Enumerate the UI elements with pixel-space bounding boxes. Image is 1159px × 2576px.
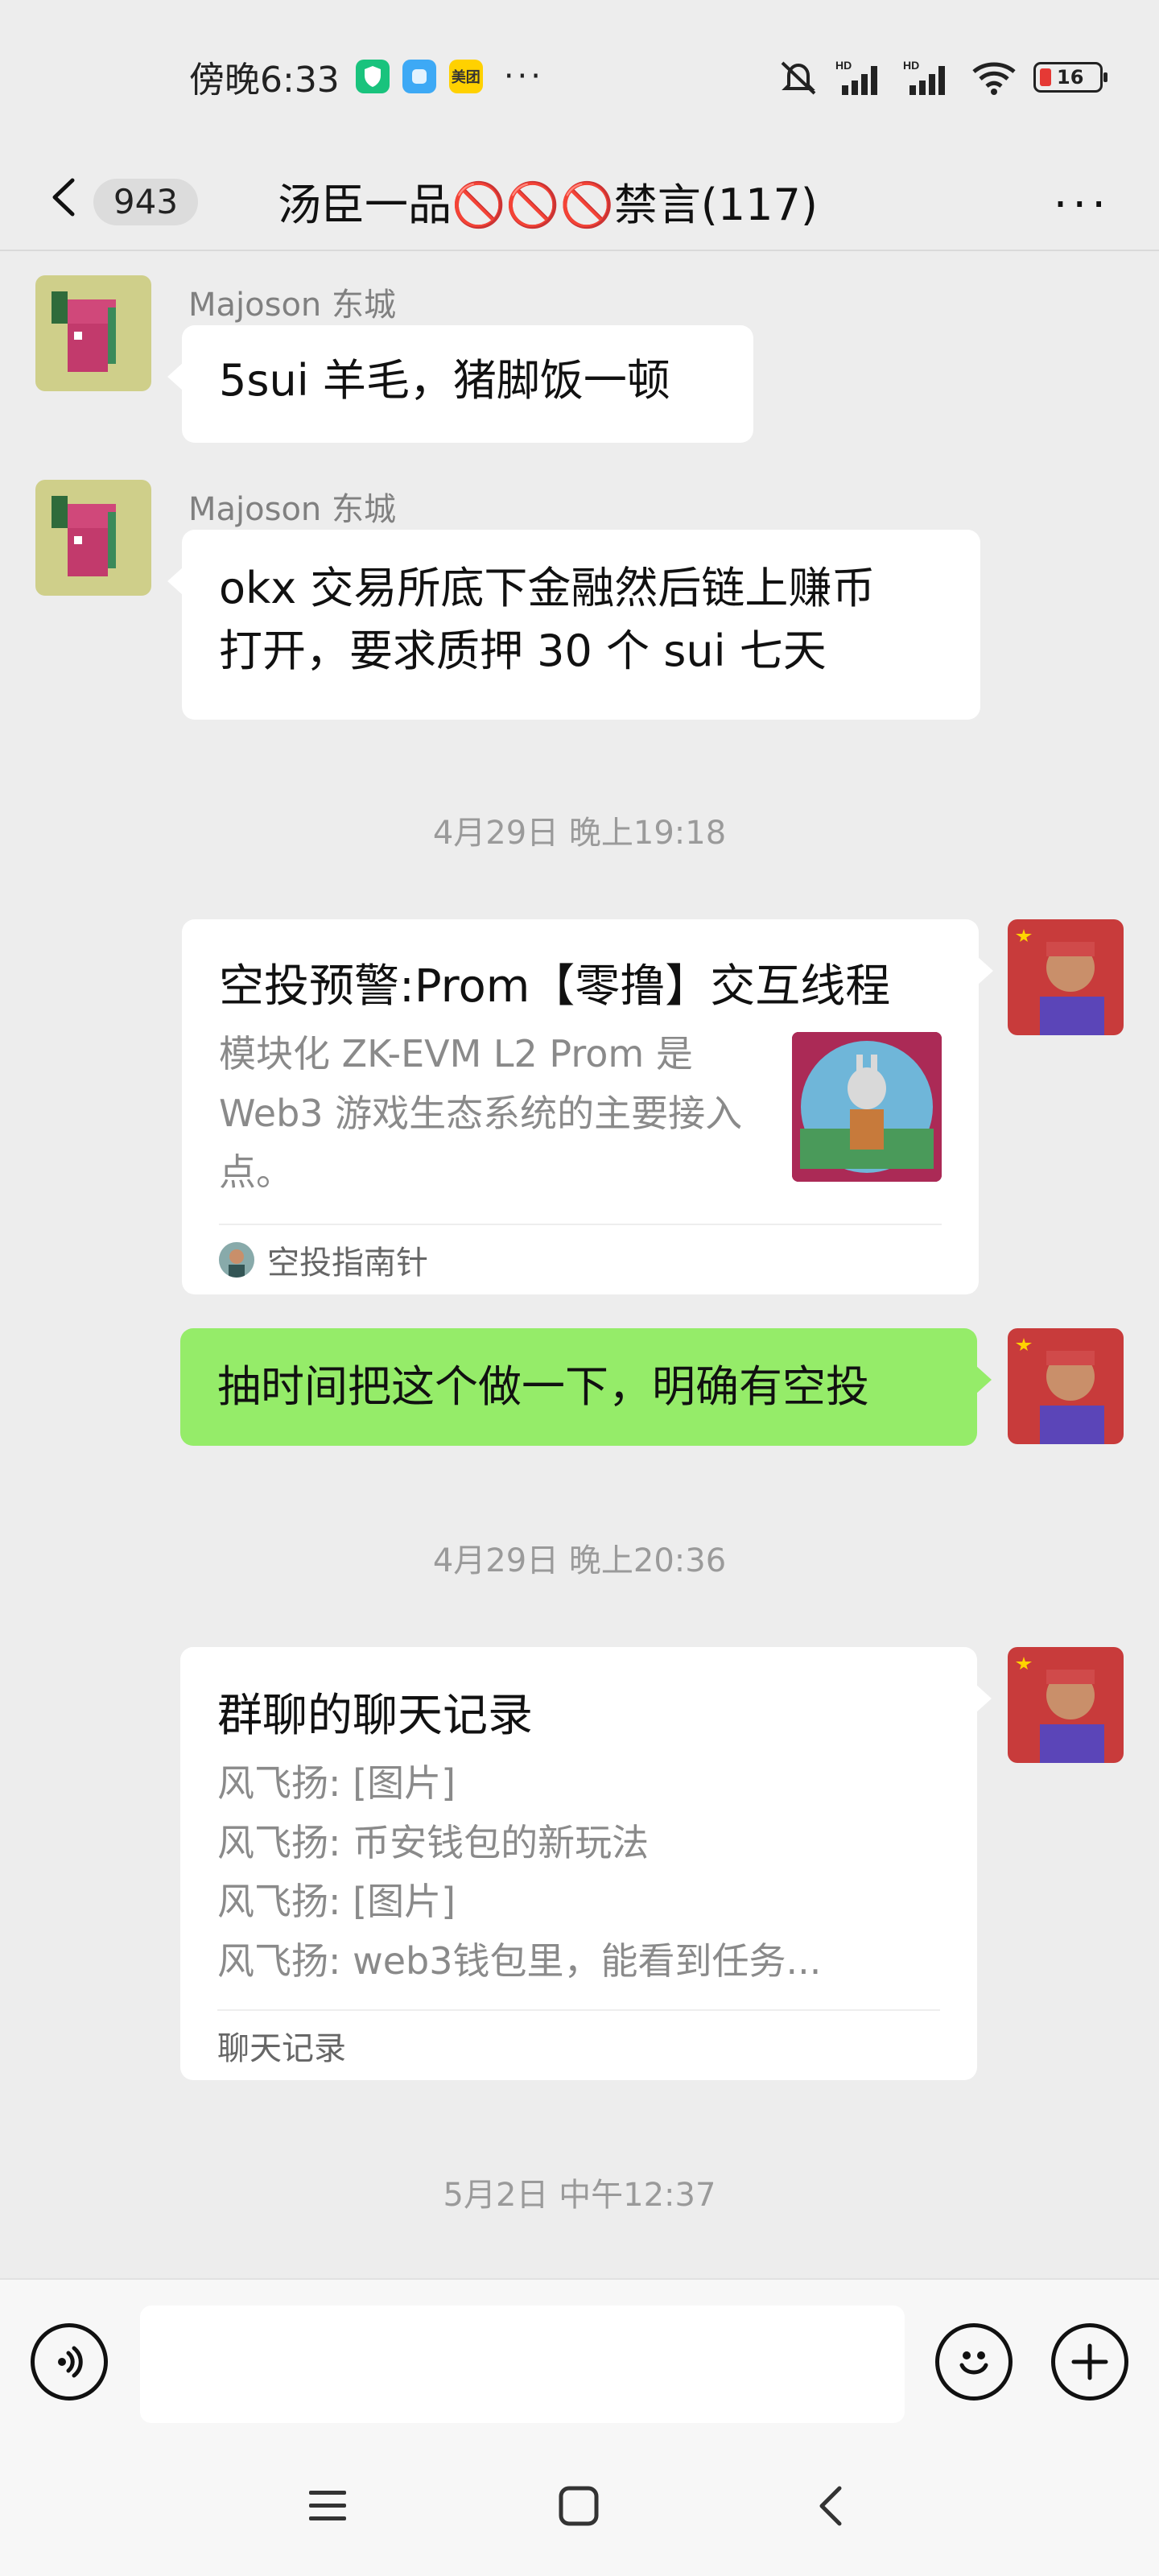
timestamp: 4月29日 晚上19:18 <box>432 815 727 852</box>
system-nav-bar <box>0 2439 1159 2576</box>
my-message-bubble[interactable]: 抽时间把这个做一下，明确有空投 <box>180 1328 992 1446</box>
security-app-icon <box>355 60 390 93</box>
card-thumbnail <box>792 1032 942 1182</box>
message-input[interactable] <box>140 2306 905 2423</box>
input-bar <box>0 2278 1159 2439</box>
status-time: 傍晚6:33 <box>189 60 340 101</box>
message-bubble[interactable]: okx 交易所底下金融然后链上赚币 打开，要求质押 30 个 sui 七天 <box>167 530 980 720</box>
card-title: 空投预警:Prom【零撸】交互线程 <box>219 960 891 1013</box>
voice-icon[interactable] <box>31 2323 108 2401</box>
shared-article-card[interactable]: 空投预警:Prom【零撸】交互线程 模块化 ZK-EVM L2 Prom 是 W… <box>182 919 993 1294</box>
my-avatar[interactable] <box>1008 1647 1124 1763</box>
timestamp: 4月29日 晚上20:36 <box>432 1542 727 1579</box>
message-text: 抽时间把这个做一下，明确有空投 <box>217 1361 869 1412</box>
back-nav-icon[interactable] <box>803 2478 860 2534</box>
app-square-icon <box>402 60 436 93</box>
source-name: 空投指南针 <box>267 1245 428 1282</box>
chat-record-line: 风飞扬: [图片] <box>217 1880 456 1924</box>
svg-text:HD: HD <box>903 59 919 72</box>
source-avatar <box>219 1242 254 1278</box>
chat-record-line: 风飞扬: web3钱包里，能看到任务... <box>217 1938 822 1983</box>
message-text-line: okx 交易所底下金融然后链上赚币 <box>219 563 876 613</box>
message-bubble[interactable]: 5sui 羊毛，猪脚饭一顿 <box>167 325 753 443</box>
card-source: 空投指南针 <box>219 1224 942 1294</box>
chat-record-card[interactable]: 群聊的聊天记录 风飞扬: [图片] 风飞扬: 币安钱包的新玩法 风飞扬: [图片… <box>180 1647 992 2080</box>
signal-hd-icon: HD <box>835 59 877 95</box>
chat-title: 汤臣一品🚫🚫🚫禁言(117) <box>278 180 818 230</box>
emoji-icon[interactable] <box>935 2323 1013 2401</box>
timestamp: 5月2日 中午12:37 <box>443 2177 716 2214</box>
more-icon[interactable]: ··· <box>1054 179 1111 231</box>
chat-record-line: 风飞扬: 币安钱包的新玩法 <box>217 1820 650 1864</box>
mute-icon <box>781 61 816 95</box>
more-notifications-icon: ··· <box>503 58 544 95</box>
header-divider <box>0 250 1159 251</box>
wifi-icon <box>972 62 1016 95</box>
chevron-left-icon[interactable] <box>48 177 80 217</box>
my-avatar[interactable] <box>1008 1328 1124 1444</box>
status-right: HD HD 16 <box>777 58 1107 97</box>
chat-header: 943 汤臣一品🚫🚫🚫禁言(117) ··· <box>0 137 1159 258</box>
plus-icon[interactable] <box>1051 2323 1128 2401</box>
battery-icon: 16 <box>1033 62 1107 93</box>
sender-name: Majoson 东城 <box>188 287 396 324</box>
message-text: 5sui 羊毛，猪脚饭一顿 <box>219 355 670 406</box>
chat-record-title: 群聊的聊天记录 <box>217 1690 533 1742</box>
unread-count-badge[interactable]: 943 <box>93 179 198 225</box>
signal-hd-icon-2: HD <box>903 59 945 95</box>
battery-level: 16 <box>1057 66 1084 89</box>
sender-name: Majoson 东城 <box>188 491 396 528</box>
chat-record-footer: 聊天记录 <box>217 2009 940 2080</box>
card-description: 模块化 ZK-EVM L2 Prom 是 Web3 游戏生态系统的主要接入点。 <box>219 1032 743 1195</box>
my-avatar[interactable] <box>1008 919 1124 1035</box>
chat-record-line: 风飞扬: [图片] <box>217 1761 456 1805</box>
svg-text:HD: HD <box>835 59 852 72</box>
meituan-icon: 美团 <box>448 60 483 93</box>
home-nav-icon[interactable] <box>551 2478 607 2534</box>
message-text-line: 打开，要求质押 30 个 sui 七天 <box>219 625 827 677</box>
meituan-label: 美团 <box>451 69 481 86</box>
menu-nav-icon[interactable] <box>299 2478 356 2534</box>
sender-avatar[interactable] <box>35 275 151 391</box>
sender-avatar[interactable] <box>35 480 151 596</box>
